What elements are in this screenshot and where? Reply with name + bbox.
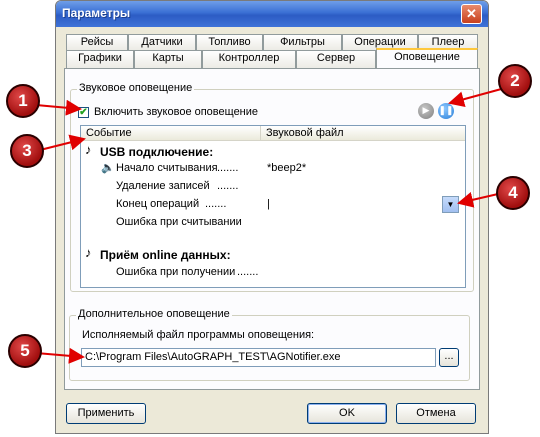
callout-5: 5 <box>8 334 42 368</box>
callout-4-arrow <box>457 192 499 208</box>
callout-1: 1 <box>6 84 40 118</box>
callout-3: 3 <box>10 134 44 168</box>
callout-1-arrow <box>35 99 82 116</box>
callout-3-arrow <box>39 134 86 151</box>
callout-arrows <box>35 87 506 364</box>
callout-5-arrow <box>35 347 85 364</box>
callout-2-arrow <box>448 87 506 108</box>
callout-4: 4 <box>496 176 530 210</box>
callout-2: 2 <box>498 64 532 98</box>
